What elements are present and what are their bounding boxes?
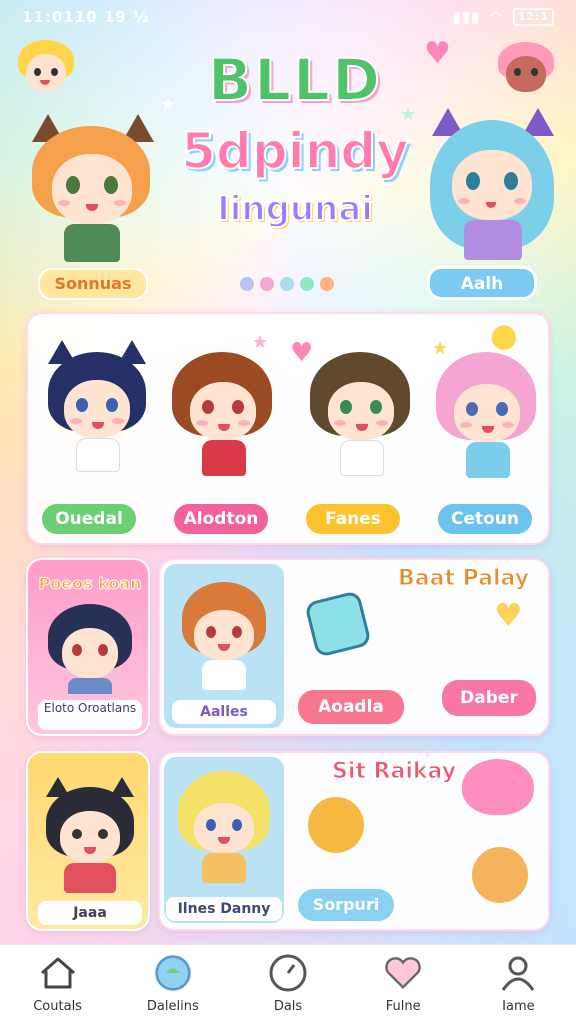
home-icon — [38, 953, 78, 993]
carousel-dot[interactable] — [280, 277, 294, 291]
profile-tile-card[interactable]: Poeos koan Eloto Oroatlans — [26, 558, 150, 736]
chat-bubble-icon — [153, 953, 193, 993]
activity-headline-2: Sit Raikay — [331, 759, 457, 785]
status-bar: 11:0110 19 ½ ▮▮▮ ◠ 12:1 — [0, 0, 576, 34]
nav-item-1[interactable]: Dalelins — [115, 945, 230, 1024]
nav-item-0[interactable]: Coutals — [0, 945, 115, 1024]
tile-caption: Ilnes Danny — [166, 897, 282, 921]
heart-icon: ♥ — [290, 338, 314, 368]
nav-label: Iame — [502, 999, 535, 1014]
character-0[interactable] — [42, 340, 152, 490]
tile-caption: Eloto Oroatlans — [38, 700, 142, 730]
tile-character — [44, 777, 136, 897]
right-action-pill[interactable]: Aalh — [427, 266, 537, 300]
nav-label: Dals — [273, 999, 303, 1014]
character-button-2[interactable]: Fanes — [306, 504, 400, 534]
hero-character-left[interactable] — [26, 112, 156, 262]
globe-icon — [268, 953, 308, 993]
character-button-3[interactable]: Cetoun — [438, 504, 532, 534]
carousel-dot[interactable] — [240, 277, 254, 291]
mascot-top-right[interactable] — [496, 42, 556, 98]
status-time: 11:0110 19 ½ — [22, 8, 150, 26]
app-logo-line3: Iingunai — [216, 188, 374, 230]
carousel-dot[interactable] — [320, 277, 334, 291]
character-tile[interactable]: Aalles — [164, 564, 284, 728]
activity-card-2: Ilnes Danny Sit Raikay Sorpuri — [158, 751, 550, 931]
nav-item-4[interactable]: Iame — [461, 945, 576, 1024]
nav-label: Coutals — [33, 999, 82, 1014]
mascot-top-left[interactable] — [16, 40, 76, 96]
activity-button[interactable]: Sorpuri — [298, 889, 394, 921]
secondary-action-button[interactable]: Daber — [442, 680, 536, 716]
nav-item-2[interactable]: Dals — [230, 945, 345, 1024]
cube-sticker-icon — [304, 590, 372, 658]
sticker-icon: ● — [490, 316, 518, 354]
tile-caption: Aalles — [172, 700, 276, 724]
carousel-dots[interactable] — [240, 277, 334, 291]
app-logo-line2: 5dpindy — [180, 121, 410, 181]
character-button-0[interactable]: Ouedal — [42, 504, 136, 534]
nav-item-3[interactable]: Fulne — [346, 945, 461, 1024]
left-tag-pill[interactable]: Sonnuas — [38, 268, 148, 300]
app-logo-line1: BLLD — [207, 45, 383, 115]
star-icon: ★ — [432, 338, 449, 359]
star-icon: ★ — [160, 94, 177, 115]
nav-label: Fulne — [385, 999, 421, 1014]
carousel-dot[interactable] — [260, 277, 274, 291]
carousel-dot[interactable] — [300, 277, 314, 291]
character-3[interactable] — [432, 346, 542, 496]
character-button-1[interactable]: Alodton — [174, 504, 268, 534]
activity-card: Aalles Baat Palay ♥ Aoadla Daber — [158, 558, 550, 736]
hero-character-right[interactable] — [428, 108, 558, 262]
character-1[interactable] — [168, 346, 278, 496]
battery-indicator: 12:1 — [512, 8, 554, 26]
heart-sticker-icon: ♥ — [494, 596, 523, 634]
tile-character — [48, 604, 132, 694]
tile-caption: Jaaa — [38, 901, 142, 925]
heart-icon: ♥ — [424, 36, 451, 71]
profile-tile-card-2[interactable]: Jaaa — [26, 751, 150, 931]
star-icon: ★ — [400, 104, 417, 125]
primary-action-button[interactable]: Aoadla — [298, 690, 404, 724]
hero-header: BLLD 5dpindy Iingunai ★ ★ ♥ Sonnuas Aalh — [0, 34, 576, 304]
nav-label: Dalelins — [146, 999, 199, 1014]
heart-icon — [383, 953, 423, 993]
character-2[interactable] — [306, 346, 416, 496]
bottom-navigation: Coutals Dalelins Dals Fulne Iame — [0, 944, 576, 1024]
character-tile[interactable]: Ilnes Danny — [164, 757, 284, 923]
cat-sticker-icon — [462, 759, 534, 815]
activity-headline: Baat Palay — [397, 566, 530, 592]
tile-title: Poeos koan — [38, 574, 142, 594]
sun-sticker-icon — [308, 797, 364, 853]
cookie-sticker-icon — [472, 847, 528, 903]
profile-icon — [498, 953, 538, 993]
wifi-icon: ◠ — [490, 8, 503, 26]
star-icon: ★ — [252, 332, 269, 353]
signal-icon: ▮▮▮ — [452, 8, 481, 26]
